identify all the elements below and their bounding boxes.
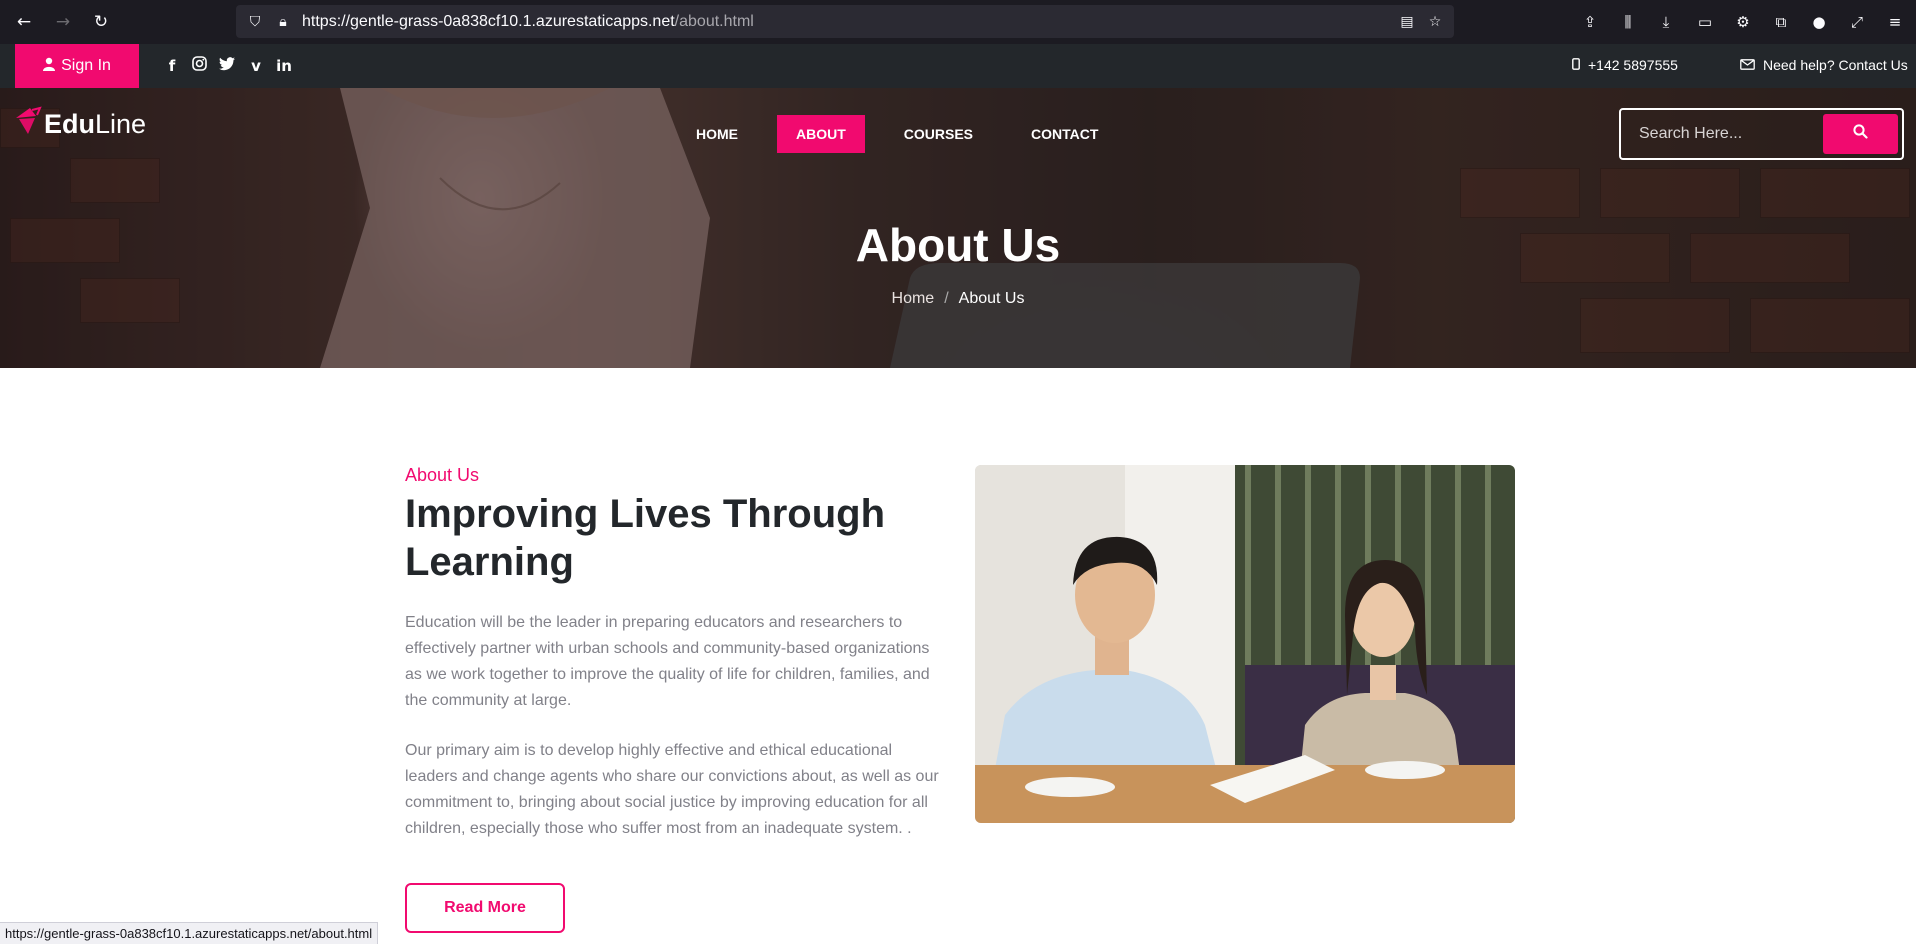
screenshot-icon[interactable]: ⧉ — [1770, 11, 1792, 33]
user-icon — [43, 57, 56, 76]
breadcrumb-current: About Us — [958, 290, 1025, 307]
main-navigation: HOME ABOUT COURSES CONTACT — [677, 115, 1137, 153]
pocket-icon[interactable]: ⇪ — [1579, 11, 1601, 33]
nav-contact[interactable]: CONTACT — [1012, 115, 1117, 153]
url-text[interactable]: https://gentle-grass-0a838cf10.1.azurest… — [302, 13, 754, 31]
downloads-icon[interactable]: ⤓ — [1655, 11, 1677, 33]
about-photo-illustration — [975, 465, 1515, 823]
hamburger-menu-icon[interactable]: ≡ — [1884, 11, 1906, 33]
extension-icon[interactable]: ● — [1808, 11, 1830, 33]
search-button[interactable] — [1823, 114, 1898, 154]
instagram-icon[interactable] — [189, 56, 209, 76]
read-more-button[interactable]: Read More — [405, 883, 565, 933]
help-contact-link[interactable]: Need help? Contact Us — [1740, 57, 1908, 73]
section-title: Improving Lives Through Learning — [405, 492, 886, 584]
phone-contact[interactable]: +142 5897555 — [1572, 57, 1678, 73]
facebook-icon[interactable]: f — [162, 56, 182, 76]
page-title: About Us — [855, 219, 1061, 271]
breadcrumb: Home / About Us — [0, 290, 1916, 308]
hero-banner: EduLine HOME ABOUT COURSES CONTACT About… — [0, 88, 1916, 368]
library-icon[interactable]: ⫼ — [1617, 11, 1639, 33]
linkedin-icon[interactable]: in — [274, 56, 294, 76]
search-input[interactable] — [1621, 110, 1821, 158]
mobile-phone-icon — [1572, 57, 1580, 73]
url-path: /about.html — [674, 13, 754, 30]
phone-number: +142 5897555 — [1588, 57, 1678, 73]
envelope-icon — [1740, 57, 1755, 73]
shield-icon[interactable]: ⛉ — [246, 13, 264, 31]
sign-in-button[interactable]: Sign In — [15, 44, 139, 88]
back-icon[interactable]: ← — [13, 11, 35, 33]
top-info-bar: Sign In f v in +142 5897555 Need help? C… — [0, 44, 1916, 88]
forward-icon[interactable]: → — [52, 11, 74, 33]
twitter-icon[interactable] — [217, 56, 237, 76]
breadcrumb-separator: / — [944, 290, 949, 307]
eduline-logo[interactable]: Edu Line — [14, 106, 146, 143]
help-text: Need help? Contact Us — [1763, 57, 1908, 73]
url-host: https://gentle-grass-0a838cf10.1.azurest… — [302, 13, 675, 30]
folder-icon[interactable]: ▭ — [1694, 11, 1716, 33]
section-kicker: About Us — [405, 465, 480, 485]
status-bar-url: https://gentle-grass-0a838cf10.1.azurest… — [0, 922, 379, 944]
breadcrumb-home-link[interactable]: Home — [892, 290, 935, 308]
bookmark-star-icon[interactable]: ☆ — [1426, 13, 1444, 31]
lock-icon[interactable]: 🔒︎ — [274, 13, 292, 31]
about-paragraph-1: Education will be the leader in preparin… — [405, 614, 930, 709]
about-paragraph-2: Our primary aim is to develop highly eff… — [405, 742, 939, 837]
logo-text-bold: Edu — [44, 109, 95, 139]
about-photo — [975, 465, 1515, 823]
nav-about[interactable]: ABOUT — [777, 115, 865, 153]
sign-in-label: Sign In — [61, 57, 111, 74]
settings-gear-icon[interactable]: ⚙ — [1732, 11, 1754, 33]
nav-home[interactable]: HOME — [677, 115, 757, 153]
search-icon — [1853, 124, 1868, 143]
reader-view-icon[interactable]: ▤ — [1398, 13, 1416, 31]
url-bar[interactable]: ⛉ 🔒︎ https://gentle-grass-0a838cf10.1.az… — [236, 5, 1454, 38]
vimeo-icon[interactable]: v — [246, 56, 266, 76]
search-form — [1619, 108, 1904, 160]
browser-toolbar: ← → ↻ ⛉ 🔒︎ https://gentle-grass-0a838cf1… — [0, 0, 1916, 44]
graduation-cap-icon — [14, 106, 42, 143]
reload-icon[interactable]: ↻ — [90, 11, 112, 33]
fullscreen-icon[interactable]: ⤢ — [1846, 11, 1868, 33]
nav-courses[interactable]: COURSES — [885, 115, 992, 153]
logo-text-light: Line — [95, 109, 147, 139]
